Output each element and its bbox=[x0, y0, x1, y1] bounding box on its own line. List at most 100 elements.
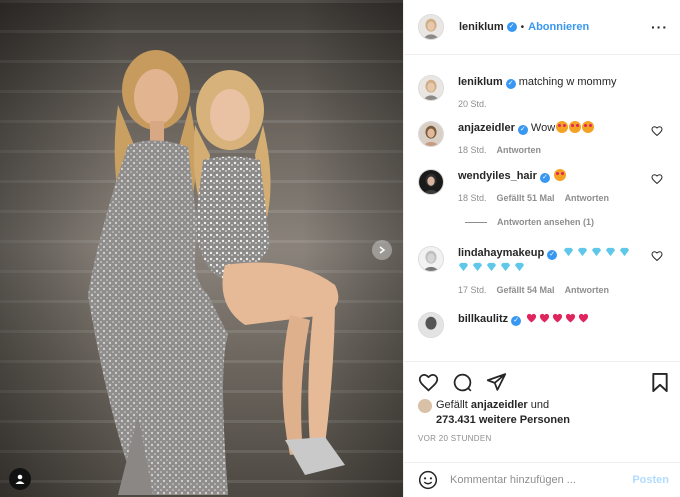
follow-button[interactable]: Abonnieren bbox=[528, 21, 589, 33]
reply-button[interactable]: Antworten bbox=[565, 193, 610, 203]
chevron-right-icon bbox=[379, 246, 386, 254]
commenter-avatar[interactable] bbox=[418, 169, 444, 195]
likes-summary[interactable]: Gefällt anjazeidler und 273.431 weitere … bbox=[418, 398, 669, 428]
reply-button[interactable]: Antworten bbox=[497, 145, 542, 155]
heart-eyes-emoji-icon bbox=[556, 121, 569, 133]
bookmark-save-icon[interactable] bbox=[651, 372, 669, 393]
heart-eyes-emoji-icon bbox=[553, 169, 566, 181]
avatar-image bbox=[419, 313, 443, 337]
avatar-image bbox=[419, 170, 443, 194]
comment-body: lindahaymakeup ✓ 17 Std. Gefällt 54 Mal Ant… bbox=[458, 246, 669, 295]
verified-icon: ✓ bbox=[505, 79, 516, 89]
comment-likes[interactable]: Gefällt 51 Mal bbox=[497, 193, 555, 203]
post-sidebar: leniklum ✓ • Abonnieren ··· leniklum ✓ ma… bbox=[403, 0, 680, 497]
replies-line bbox=[465, 221, 487, 223]
comments-list[interactable]: leniklum ✓ matching w mommy 20 Std. anjaz… bbox=[404, 56, 680, 361]
comment-text-line: billkaulitz ✓ bbox=[458, 312, 669, 327]
avatar-image bbox=[419, 122, 443, 146]
next-photo-button[interactable] bbox=[372, 240, 392, 260]
caption-time: 20 Std. bbox=[458, 99, 487, 109]
comment-username[interactable]: wendyiles_hair bbox=[458, 170, 537, 182]
like-comment-heart-icon[interactable] bbox=[651, 125, 663, 137]
gem-emoji-icon bbox=[592, 247, 602, 257]
comment-row: lindahaymakeup ✓ 17 Std. Gefällt 54 Mal Ant… bbox=[418, 246, 669, 295]
liker-username[interactable]: anjazeidler bbox=[471, 399, 528, 411]
comment-text-line: lindahaymakeup ✓ bbox=[458, 246, 669, 276]
comment-text: Wow bbox=[530, 122, 556, 134]
reply-button[interactable]: Antworten bbox=[565, 285, 610, 295]
heart-eyes-emoji-icon bbox=[582, 121, 595, 133]
comment-meta: 17 Std. Gefällt 54 Mal Antworten bbox=[458, 285, 669, 295]
comment-meta: 18 Std. Gefällt 51 Mal Antworten bbox=[458, 193, 669, 203]
comment-time: 18 Std. bbox=[458, 145, 487, 155]
avatar-image bbox=[419, 76, 443, 100]
comment-body: billkaulitz ✓ bbox=[458, 312, 669, 338]
gem-emoji-icon bbox=[578, 247, 588, 257]
avatar-image bbox=[419, 15, 443, 39]
emoji-smiley-icon[interactable] bbox=[418, 470, 438, 490]
comment-username[interactable]: anjazeidler bbox=[458, 122, 515, 134]
verified-icon: ✓ bbox=[539, 173, 550, 183]
comment-row: wendyiles_hair ✓ 18 Std. Gefällt 51 Mal Ant… bbox=[418, 169, 669, 203]
commenter-avatar[interactable] bbox=[418, 246, 444, 272]
view-replies-button[interactable]: Antworten ansehen (1) bbox=[465, 217, 669, 227]
action-buttons bbox=[418, 362, 669, 402]
comment-text-line: wendyiles_hair ✓ bbox=[458, 169, 669, 184]
photo-figure-daughter bbox=[185, 65, 365, 485]
verified-icon: ✓ bbox=[547, 250, 558, 260]
likes-count[interactable]: 273.431 weitere Personen bbox=[436, 414, 570, 426]
commenter-avatar[interactable] bbox=[418, 312, 444, 338]
verified-icon: ✓ bbox=[511, 316, 522, 326]
author-username[interactable]: leniklum bbox=[459, 21, 504, 33]
post-timestamp[interactable]: VOR 20 STUNDEN bbox=[418, 434, 669, 443]
add-comment-bar: Posten bbox=[404, 462, 680, 497]
share-paper-plane-icon[interactable] bbox=[486, 372, 507, 392]
post-photo[interactable] bbox=[0, 0, 403, 497]
comment-likes[interactable]: Gefällt 54 Mal bbox=[497, 285, 555, 295]
gem-emoji-icon bbox=[500, 262, 511, 272]
likes-text: Gefällt anjazeidler und 273.431 weitere … bbox=[436, 398, 570, 428]
red-heart-emoji-icon bbox=[566, 313, 576, 323]
more-options-icon[interactable]: ··· bbox=[651, 19, 668, 35]
caption-meta: 20 Std. bbox=[458, 99, 669, 109]
post-header: leniklum ✓ • Abonnieren ··· bbox=[404, 0, 680, 55]
red-heart-emoji-icon bbox=[527, 313, 537, 323]
comment-row: anjazeidler ✓ Wow 18 Std. Antworten bbox=[418, 121, 669, 155]
verified-icon: ✓ bbox=[517, 125, 528, 135]
tagged-users-button[interactable] bbox=[9, 468, 31, 490]
gem-emoji-icon bbox=[458, 262, 469, 272]
commenter-avatar[interactable] bbox=[418, 121, 444, 147]
caption-text: matching w mommy bbox=[518, 76, 617, 88]
caption-body: leniklum ✓ matching w mommy 20 Std. bbox=[458, 75, 669, 109]
comment-time: 17 Std. bbox=[458, 285, 487, 295]
gem-emoji-icon bbox=[472, 262, 483, 272]
comment-username[interactable]: billkaulitz bbox=[458, 313, 508, 325]
caption-username[interactable]: leniklum bbox=[458, 76, 503, 88]
comment-meta: 18 Std. Antworten bbox=[458, 145, 669, 155]
post-actions: Gefällt anjazeidler und 273.431 weitere … bbox=[404, 361, 680, 443]
author-avatar[interactable] bbox=[418, 75, 444, 101]
verified-icon: ✓ bbox=[506, 22, 517, 32]
gem-emoji-icon bbox=[514, 262, 525, 272]
avatar-image bbox=[419, 247, 443, 271]
comment-bubble-icon[interactable] bbox=[452, 372, 473, 393]
gem-emoji-icon bbox=[486, 262, 497, 272]
author-avatar[interactable] bbox=[418, 14, 444, 40]
comment-input[interactable] bbox=[450, 474, 620, 486]
gem-emoji-icon bbox=[606, 247, 616, 257]
post-comment-button[interactable]: Posten bbox=[632, 474, 669, 486]
red-heart-emoji-icon bbox=[579, 313, 589, 323]
likes-prefix: Gefällt bbox=[436, 399, 468, 411]
red-heart-emoji-icon bbox=[540, 313, 550, 323]
like-comment-heart-icon[interactable] bbox=[651, 250, 663, 262]
gem-emoji-icon bbox=[564, 247, 574, 257]
comment-body: wendyiles_hair ✓ 18 Std. Gefällt 51 Mal Ant… bbox=[458, 169, 669, 203]
comment-text-line: anjazeidler ✓ Wow bbox=[458, 121, 669, 136]
red-heart-emoji-icon bbox=[553, 313, 563, 323]
like-heart-icon[interactable] bbox=[418, 372, 439, 392]
comment-username[interactable]: lindahaymakeup bbox=[458, 247, 544, 259]
person-icon bbox=[15, 474, 25, 484]
likes-conj: und bbox=[530, 399, 550, 411]
like-comment-heart-icon[interactable] bbox=[651, 173, 663, 185]
liker-avatar bbox=[418, 399, 432, 413]
